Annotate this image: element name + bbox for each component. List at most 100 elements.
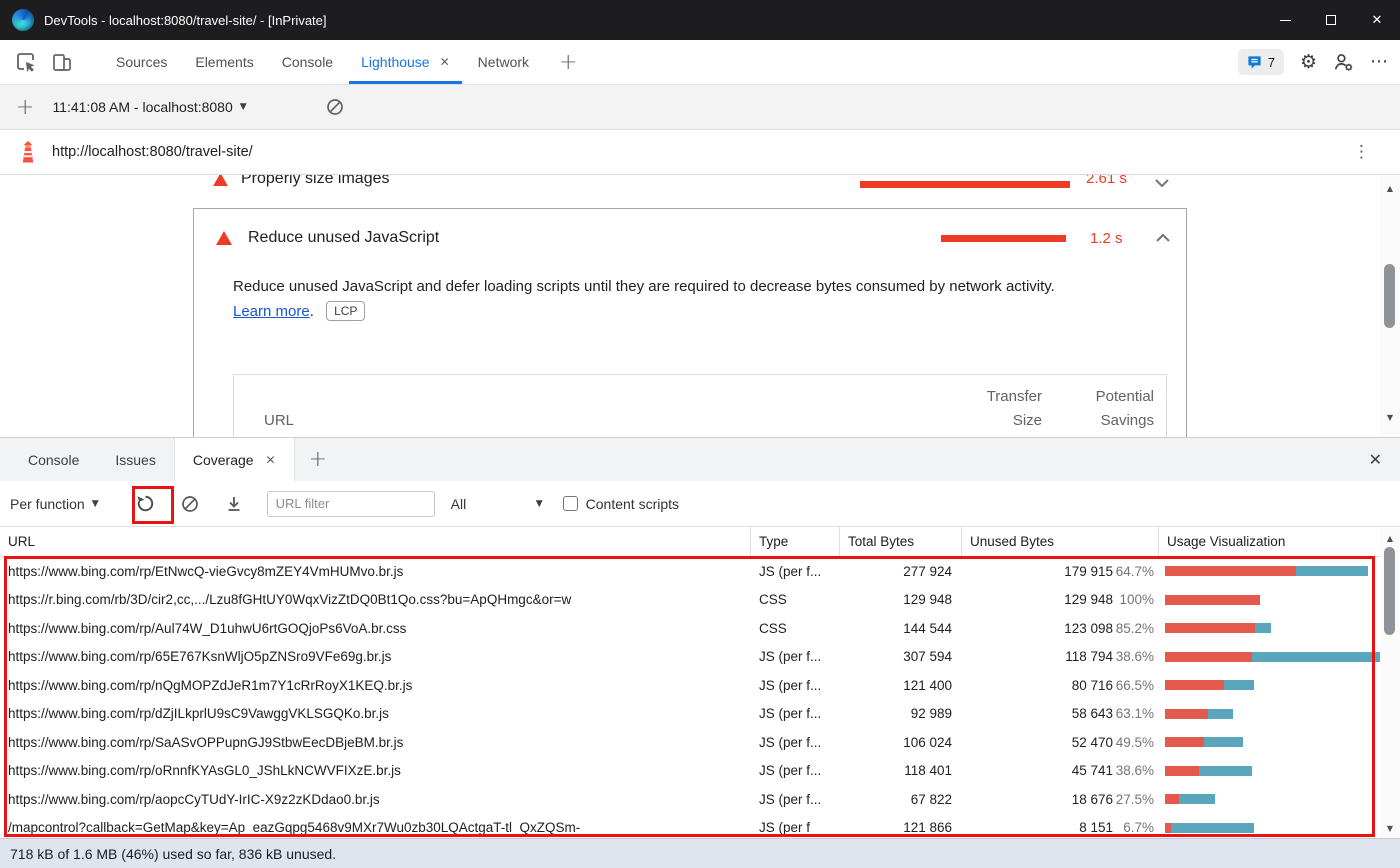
minimize-button[interactable] (1262, 0, 1308, 40)
close-tab-icon[interactable]: ✕ (440, 55, 450, 69)
content-scripts-checkbox[interactable] (563, 496, 578, 511)
new-report-button[interactable]: + (16, 95, 34, 120)
issues-counter-button[interactable]: 7 (1238, 49, 1284, 75)
close-drawer-button[interactable]: ✕ (1369, 450, 1382, 469)
tab-label: Console (28, 452, 79, 468)
row-usage-bar (1159, 766, 1400, 776)
row-usage-bar (1159, 794, 1400, 804)
report-selector-dropdown[interactable]: 11:41:08 AM - localhost:8080 ▼ (52, 99, 246, 115)
audit-row-properly-size-images[interactable]: Properly size images 2.61 s (0, 175, 1400, 201)
add-drawer-tab-button[interactable]: + (309, 447, 327, 472)
audit-description: Reduce unused JavaScript and defer loadi… (233, 275, 1162, 299)
table-row[interactable]: https://www.bing.com/rp/Aul74W_D1uhwU6rt… (0, 614, 1400, 643)
clear-reports-button[interactable] (317, 89, 353, 125)
row-url: https://www.bing.com/rp/aopcCyTUdY-IrIC-… (0, 792, 751, 807)
unused-segment (1165, 652, 1252, 662)
scroll-up-icon[interactable]: ▲ (1380, 181, 1400, 195)
reload-coverage-button[interactable] (131, 489, 161, 519)
drawer-tab-issues[interactable]: Issues (97, 438, 173, 481)
table-row[interactable]: https://www.bing.com/rp/SaASvOPPupnGJ9St… (0, 728, 1400, 757)
coverage-scrollbar[interactable]: ▲ ▼ (1380, 527, 1400, 838)
audit-title: Reduce unused JavaScript (248, 229, 941, 247)
url-filter-input[interactable] (267, 491, 435, 517)
table-row[interactable]: https://www.bing.com/rp/EtNwcQ-vieGvcy8m… (0, 557, 1400, 586)
row-total-bytes: 144 544 (840, 621, 962, 636)
scroll-down-icon[interactable]: ▼ (1380, 410, 1400, 424)
row-unused-bytes: 80 71666.5% (962, 678, 1159, 693)
table-row[interactable]: /mapcontrol?callback=GetMap&key=Ap_eazGq… (0, 814, 1400, 839)
column-line: Potential (1096, 388, 1154, 405)
audit-header[interactable]: Reduce unused JavaScript 1.2 s (194, 209, 1186, 247)
scroll-up-icon[interactable]: ▲ (1380, 531, 1400, 545)
savings-bar (941, 235, 1066, 242)
row-unused-bytes: 8 1516.7% (962, 820, 1159, 835)
coverage-mode-dropdown[interactable]: Per function ▼ (10, 496, 99, 512)
table-row[interactable]: https://www.bing.com/rp/dZjILkprlU9sC9Va… (0, 700, 1400, 729)
table-row[interactable]: https://r.bing.com/rb/3D/cir2,cc,.../Lzu… (0, 586, 1400, 615)
device-toolbar-button[interactable] (44, 44, 80, 80)
table-row[interactable]: https://www.bing.com/rp/nQgMOPZdJeR1m7Y1… (0, 671, 1400, 700)
tab-label: Console (282, 54, 333, 70)
usage-bar (1165, 623, 1271, 633)
table-row[interactable]: https://www.bing.com/rp/aopcCyTUdY-IrIC-… (0, 785, 1400, 814)
tab-elements[interactable]: Elements (181, 40, 267, 84)
row-type: JS (per f (751, 820, 840, 835)
customize-devtools-button[interactable] (1333, 52, 1354, 73)
savings-bar (860, 181, 1070, 188)
used-segment (1255, 623, 1271, 633)
block-icon (181, 495, 199, 513)
row-unused-bytes: 58 64363.1% (962, 706, 1159, 721)
drawer-tab-console[interactable]: Console (10, 438, 97, 481)
unused-segment (1165, 595, 1260, 605)
tab-lighthouse[interactable]: Lighthouse ✕ (347, 40, 464, 84)
learn-more-link[interactable]: Learn more (233, 303, 310, 320)
scrollbar-thumb[interactable] (1384, 547, 1395, 635)
clear-coverage-button[interactable] (175, 489, 205, 519)
column-header-url[interactable]: URL (0, 527, 751, 556)
row-usage-bar (1159, 737, 1400, 747)
tab-console[interactable]: Console (268, 40, 347, 84)
unused-segment (1165, 623, 1255, 633)
scroll-down-icon[interactable]: ▼ (1380, 821, 1400, 835)
add-panel-button[interactable]: + (559, 50, 577, 75)
used-segment (1208, 709, 1233, 719)
column-header-type[interactable]: Type (751, 527, 840, 556)
row-unused-bytes: 129 948100% (962, 592, 1159, 607)
column-header-usage-visualization[interactable]: Usage Visualization (1159, 527, 1400, 556)
audit-card-reduce-unused-javascript: Reduce unused JavaScript 1.2 s Reduce un… (193, 208, 1187, 437)
tab-label: Elements (195, 54, 253, 70)
column-line: Size (1013, 412, 1042, 429)
row-type: JS (per f... (751, 735, 840, 750)
export-coverage-button[interactable] (219, 489, 249, 519)
inspect-element-button[interactable] (8, 44, 44, 80)
column-transfer-size: Transfer Size (930, 385, 1042, 433)
close-tab-icon[interactable]: ✕ (266, 453, 276, 467)
tab-network[interactable]: Network (464, 40, 543, 84)
used-segment (1224, 680, 1254, 690)
row-type: JS (per f... (751, 706, 840, 721)
row-url: https://r.bing.com/rb/3D/cir2,cc,.../Lzu… (0, 592, 751, 607)
table-row[interactable]: https://www.bing.com/rp/oRnnfKYAsGL0_JSh… (0, 757, 1400, 786)
close-button[interactable]: ✕ (1354, 0, 1400, 40)
drawer-tab-coverage[interactable]: Coverage ✕ (174, 438, 295, 481)
row-type: JS (per f... (751, 763, 840, 778)
scrollbar-thumb[interactable] (1384, 264, 1395, 328)
table-row[interactable]: https://www.bing.com/rp/65E767KsnWljO5pZ… (0, 643, 1400, 672)
settings-gear-button[interactable]: ⚙ (1300, 53, 1317, 72)
report-kebab-menu[interactable]: ⋮ (1353, 142, 1370, 162)
column-header-unused-bytes[interactable]: Unused Bytes (962, 527, 1159, 556)
coverage-toolbar: Per function ▼ All ▼ (0, 481, 1400, 527)
row-unused-bytes: 52 47049.5% (962, 735, 1159, 750)
maximize-button[interactable] (1308, 0, 1354, 40)
collapse-audit-button[interactable] (1156, 234, 1170, 242)
used-segment (1199, 766, 1252, 776)
used-segment (1179, 794, 1215, 804)
usage-bar (1165, 709, 1233, 719)
more-options-button[interactable]: ⋯ (1370, 53, 1388, 71)
type-filter-dropdown[interactable]: All ▼ (451, 496, 543, 512)
unused-segment (1165, 737, 1204, 747)
report-scrollbar[interactable]: ▲ ▼ (1380, 176, 1400, 437)
minimize-icon (1280, 20, 1291, 21)
tab-sources[interactable]: Sources (102, 40, 181, 84)
column-header-total-bytes[interactable]: Total Bytes (840, 527, 962, 556)
